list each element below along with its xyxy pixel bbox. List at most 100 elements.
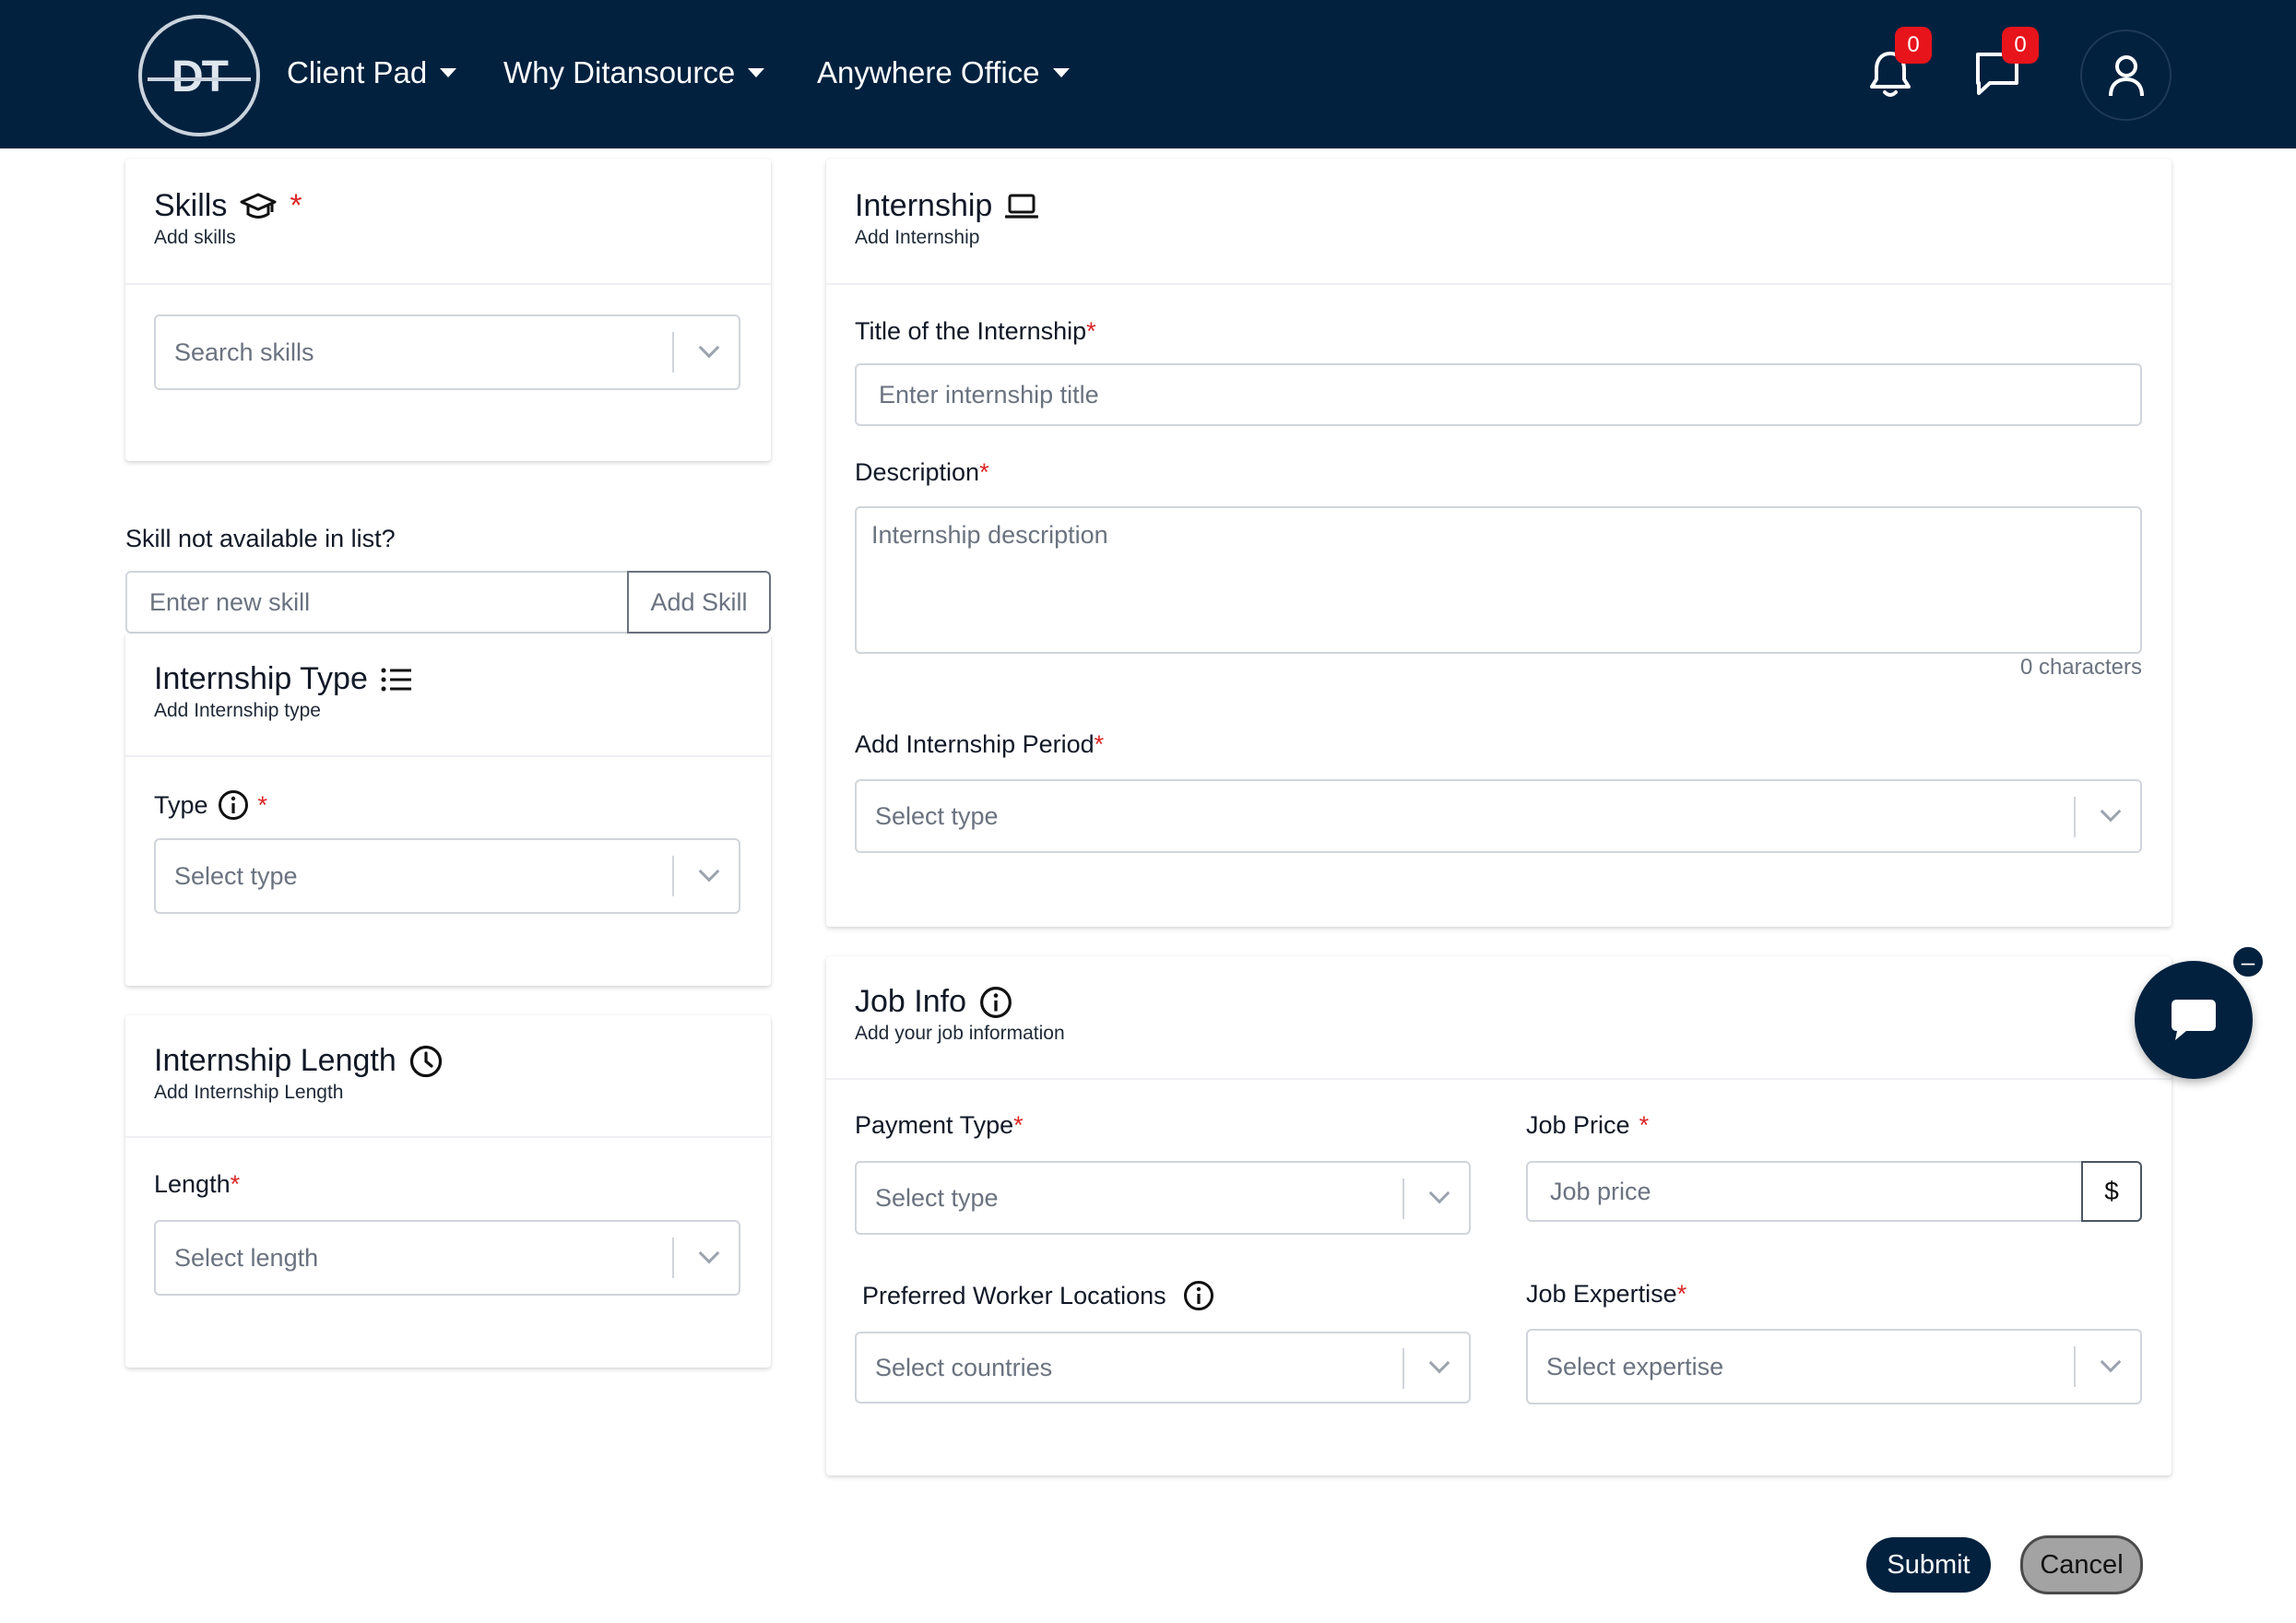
- skill-not-available-label: Skill not available in list?: [125, 525, 396, 552]
- internship-type-select[interactable]: Select type: [154, 838, 740, 914]
- chat-minimize-button[interactable]: –: [2231, 944, 2266, 979]
- internship-type-title-text: Internship Type: [154, 661, 368, 696]
- chevron-down-icon: [698, 337, 720, 359]
- caret-down-icon: [440, 68, 457, 77]
- chat-bubble-icon: [2172, 1000, 2216, 1040]
- internship-type-title: Internship Type: [154, 661, 412, 697]
- internship-title: Internship: [855, 188, 1039, 224]
- description-textarea[interactable]: Internship description: [855, 506, 2142, 654]
- internship-length-title-text: Internship Length: [154, 1043, 396, 1078]
- laptop-icon: [1005, 194, 1039, 219]
- graduation-cap-icon: [240, 193, 277, 219]
- chevron-down-icon: [698, 860, 720, 883]
- payment-type-label: Payment Type *: [855, 1111, 1024, 1140]
- job-info-title-text: Job Info: [855, 984, 966, 1019]
- job-info-card: Job Info Add your job information Paymen…: [826, 956, 2172, 1475]
- info-icon[interactable]: [1183, 1280, 1214, 1311]
- list-icon: [381, 668, 411, 691]
- label-text: Job Price: [1526, 1111, 1630, 1139]
- user-menu-button[interactable]: [2080, 30, 2172, 121]
- type-label-text: Type: [154, 790, 208, 819]
- add-skill-button[interactable]: Add Skill: [627, 571, 771, 634]
- internship-card: Internship Add Internship Title of the I…: [826, 159, 2172, 927]
- select-separator: [1402, 1179, 1404, 1219]
- user-icon: [2108, 54, 2144, 96]
- chevron-down-icon: [1428, 1182, 1450, 1204]
- job-expertise-label: Job Expertise *: [1526, 1280, 1686, 1309]
- select-separator: [2074, 1346, 2076, 1387]
- nav-item-client-pad[interactable]: Client Pad: [287, 55, 457, 90]
- caret-down-icon: [748, 68, 765, 77]
- required-mark: *: [1086, 317, 1096, 345]
- skills-subtitle: Add skills: [154, 227, 236, 248]
- required-mark: *: [1639, 1111, 1650, 1139]
- cancel-button[interactable]: Cancel: [2020, 1535, 2143, 1594]
- logo-underline: [148, 77, 251, 81]
- label-text: Add Internship Period: [855, 730, 1095, 758]
- select-separator: [2074, 797, 2076, 837]
- label-text: Description: [855, 458, 980, 486]
- label-text: Title of the Internship: [855, 317, 1087, 345]
- label-text: Preferred Worker Locations: [862, 1281, 1166, 1309]
- internship-length-subtitle: Add Internship Length: [154, 1082, 344, 1103]
- internship-period-select[interactable]: Select type: [855, 779, 2142, 853]
- nav-item-anywhere-office[interactable]: Anywhere Office: [817, 55, 1070, 90]
- internship-subtitle: Add Internship: [855, 227, 980, 248]
- select-placeholder: Select expertise: [1546, 1352, 1724, 1380]
- chevron-down-icon: [2100, 1351, 2122, 1373]
- internship-title-text: Internship: [855, 188, 993, 223]
- select-placeholder: Select type: [875, 1183, 999, 1212]
- preferred-locations-label: Preferred Worker Locations: [862, 1280, 1214, 1311]
- required-mark: *: [979, 458, 989, 486]
- job-expertise-select[interactable]: Select expertise: [1526, 1329, 2142, 1404]
- chevron-down-icon: [2100, 800, 2122, 823]
- description-label: Description *: [855, 458, 989, 487]
- nav-item-label: Why Ditansource: [503, 55, 736, 89]
- required-mark: *: [1094, 730, 1105, 758]
- select-separator: [1402, 1348, 1404, 1389]
- job-info-header: [826, 956, 2172, 1080]
- chat-widget-button[interactable]: [2135, 961, 2253, 1079]
- label-text: Job Expertise: [1526, 1280, 1677, 1308]
- select-separator: [672, 856, 674, 896]
- required-mark: *: [290, 188, 302, 223]
- internship-title-input[interactable]: Enter internship title: [855, 363, 2142, 426]
- internship-period-label: Add Internship Period *: [855, 730, 1104, 759]
- currency-addon: $: [2081, 1161, 2142, 1222]
- required-mark: *: [257, 790, 268, 819]
- skills-search-placeholder: Search skills: [174, 338, 314, 366]
- required-mark: *: [1013, 1111, 1024, 1139]
- clock-icon: [409, 1045, 442, 1077]
- nav-item-why-ditansource[interactable]: Why Ditansource: [503, 55, 765, 90]
- internship-type-subtitle: Add Internship type: [154, 700, 321, 721]
- required-mark: *: [230, 1170, 241, 1198]
- length-label-text: Length: [154, 1170, 231, 1198]
- skills-search-select[interactable]: Search skills: [154, 314, 740, 390]
- top-navbar: DT Client Pad Why Ditansource Anywhere O…: [0, 0, 2296, 148]
- select-placeholder: Select length: [174, 1243, 319, 1272]
- info-icon[interactable]: [218, 789, 249, 821]
- new-skill-input[interactable]: Enter new skill: [125, 571, 629, 634]
- internship-title-label: Title of the Internship *: [855, 317, 1096, 346]
- job-info-title: Job Info: [855, 984, 1012, 1020]
- label-text: Payment Type: [855, 1111, 1014, 1139]
- select-placeholder: Select type: [875, 801, 999, 830]
- internship-type-card: Internship Type Add Internship type Type…: [125, 634, 771, 986]
- select-placeholder: Select type: [174, 861, 298, 890]
- nav-item-label: Anywhere Office: [817, 55, 1040, 89]
- select-separator: [672, 332, 674, 373]
- chevron-down-icon: [1428, 1352, 1450, 1374]
- select-separator: [672, 1238, 674, 1278]
- ditansource-logo[interactable]: DT: [138, 15, 260, 136]
- preferred-locations-select[interactable]: Select countries: [855, 1332, 1471, 1404]
- notifications-badge: 0: [1895, 27, 1932, 64]
- internship-length-title: Internship Length: [154, 1043, 443, 1079]
- payment-type-select[interactable]: Select type: [855, 1161, 1471, 1235]
- job-price-input[interactable]: Job price: [1526, 1161, 2083, 1222]
- skills-card: Skills * Add skills Search skills: [125, 159, 771, 461]
- character-count: 0 characters: [2019, 655, 2142, 680]
- select-placeholder: Select countries: [875, 1353, 1053, 1381]
- internship-length-select[interactable]: Select length: [154, 1220, 740, 1296]
- submit-button[interactable]: Submit: [1866, 1537, 1991, 1593]
- chevron-down-icon: [698, 1242, 720, 1264]
